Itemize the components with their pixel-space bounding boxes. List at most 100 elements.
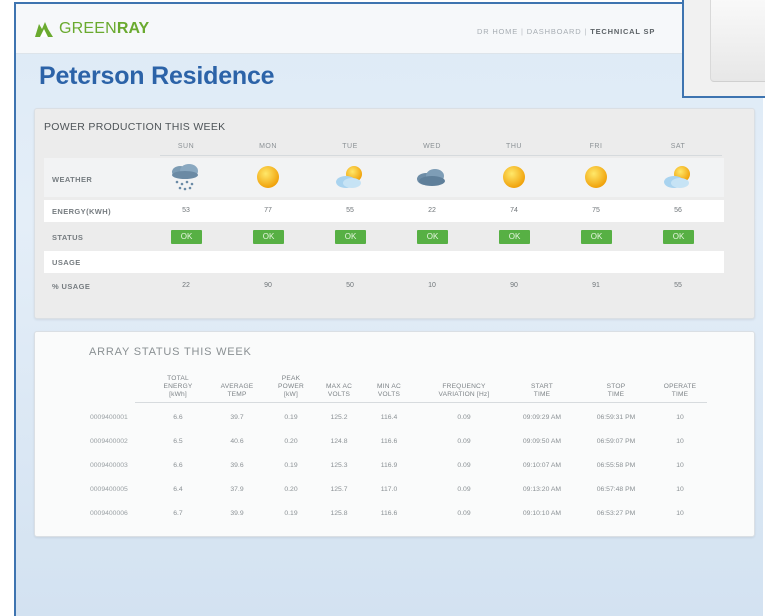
logo-text-green: GREEN [59, 20, 117, 37]
nav-link-dashboard[interactable]: DASHBOARD [527, 27, 582, 36]
array-data-cell: 125.8 [330, 510, 348, 517]
energy-value-thu: 74 [510, 207, 518, 214]
array-data-cell: 0.20 [284, 438, 298, 445]
partly-cloudy-icon [660, 163, 696, 191]
status-badge-tue[interactable]: OK [335, 230, 366, 244]
array-column-header: MIN AC VOLTS [377, 383, 401, 398]
day-header-rule [160, 155, 722, 156]
cloud-icon [414, 163, 450, 191]
energy-value-sat: 56 [674, 207, 682, 214]
day-header-tue: TUE [342, 143, 358, 150]
logo-text-ray: RAY [116, 20, 150, 37]
array-column-header: AVERAGE TEMP [220, 383, 254, 398]
row-label-usage: USAGE [52, 258, 81, 267]
array-column-header: OPERATE TIME [663, 383, 697, 398]
array-data-cell: 116.6 [380, 510, 398, 517]
status-badge-mon[interactable]: OK [253, 230, 284, 244]
array-data-cell: 6.7 [173, 510, 183, 517]
array-data-cell: 39.6 [230, 462, 244, 469]
pct-usage-value-thu: 90 [510, 282, 518, 289]
array-data-cell: 6.4 [173, 486, 183, 493]
sun-icon [578, 163, 614, 191]
array-data-cell: 125.7 [330, 486, 348, 493]
array-data-cell: 0.19 [284, 462, 298, 469]
array-data-cell: 116.9 [380, 462, 398, 469]
array-data-cell: 39.9 [230, 510, 244, 517]
array-data-cell: 125.2 [330, 414, 348, 421]
day-header-sat: SAT [670, 143, 686, 150]
app-window: GREEN RAY DR HOME | DASHBOARD | TECHNICAL SP … [14, 2, 763, 616]
top-nav: DR HOME | DASHBOARD | TECHNICAL SP [477, 27, 655, 36]
pct-usage-value-mon: 90 [264, 282, 272, 289]
top-bar: GREEN RAY DR HOME | DASHBOARD | TECHNICAL SP [16, 4, 763, 54]
overlay-popup [682, 0, 765, 98]
status-badge-sun[interactable]: OK [171, 230, 202, 244]
partly-cloudy-icon [332, 163, 368, 191]
array-data-cell: 09:10:10 AM [522, 510, 562, 517]
array-data-cell: 06:55:58 PM [596, 462, 636, 469]
nav-link-home[interactable]: DR HOME [477, 27, 518, 36]
array-column-header: TOTAL ENERGY [kWh] [163, 375, 193, 398]
array-column-header: STOP TIME [606, 383, 626, 398]
nav-separator: | [521, 27, 524, 36]
array-data-cell: 117.0 [380, 486, 398, 493]
array-data-cell: 09:09:29 AM [522, 414, 562, 421]
day-header-sun: SUN [177, 143, 195, 150]
greenray-logo[interactable]: GREEN RAY [34, 20, 149, 38]
day-header-fri: FRI [589, 143, 603, 150]
nav-link-technical[interactable]: TECHNICAL SP [590, 27, 655, 36]
array-data-cell: 39.7 [230, 414, 244, 421]
array-data-cell: 10 [676, 438, 684, 445]
array-data-cell: 116.4 [380, 414, 398, 421]
array-id-cell: 0009400006 [90, 510, 128, 517]
row-label-status: STATUS [52, 233, 84, 242]
sun-icon [496, 163, 532, 191]
array-data-cell: 6.6 [173, 414, 183, 421]
status-badge-wed[interactable]: OK [417, 230, 448, 244]
array-data-cell: 06:59:31 PM [596, 414, 636, 421]
array-data-cell: 125.3 [330, 462, 348, 469]
array-data-cell: 116.6 [380, 438, 398, 445]
pct-usage-value-fri: 91 [592, 282, 600, 289]
pct-usage-value-sun: 22 [182, 282, 190, 289]
array-data-cell: 0.09 [457, 438, 471, 445]
array-data-cell: 0.09 [457, 462, 471, 469]
array-data-cell: 10 [676, 510, 684, 517]
status-badge-fri[interactable]: OK [581, 230, 612, 244]
array-data-cell: 09:13:20 AM [522, 486, 562, 493]
sun-icon [250, 163, 286, 191]
pct-usage-value-tue: 50 [346, 282, 354, 289]
array-data-cell: 09:10:07 AM [522, 462, 562, 469]
array-header-rule [135, 402, 707, 403]
row-band-weather [44, 158, 724, 197]
array-data-cell: 0.09 [457, 414, 471, 421]
day-header-mon: MON [259, 143, 277, 150]
status-badge-sat[interactable]: OK [663, 230, 694, 244]
pct-usage-value-sat: 55 [674, 282, 682, 289]
array-column-header: PEAK POWER [kW] [278, 375, 304, 398]
day-header-thu: THU [506, 143, 522, 150]
array-column-header: START TIME [530, 383, 553, 398]
status-badge-thu[interactable]: OK [499, 230, 530, 244]
array-data-cell: 37.9 [230, 486, 244, 493]
array-id-cell: 0009400001 [90, 414, 128, 421]
array-id-cell: 0009400005 [90, 486, 128, 493]
array-data-cell: 0.19 [284, 510, 298, 517]
array-column-header: FREQUENCY VARIATION [Hz] [438, 383, 490, 398]
array-data-cell: 40.6 [230, 438, 244, 445]
array-panel-title: ARRAY STATUS THIS WEEK [89, 346, 252, 358]
array-column-header: MAX AC VOLTS [325, 383, 353, 398]
row-band-usage [44, 251, 724, 273]
array-data-cell: 6.6 [173, 462, 183, 469]
overlay-popup-card [710, 0, 765, 82]
array-data-cell: 124.8 [330, 438, 348, 445]
page-title: Peterson Residence [39, 62, 275, 90]
array-data-cell: 09:09:50 AM [522, 438, 562, 445]
row-label-weather: WEATHER [52, 175, 93, 184]
array-data-cell: 10 [676, 414, 684, 421]
energy-value-wed: 22 [428, 207, 436, 214]
energy-value-fri: 75 [592, 207, 600, 214]
array-data-cell: 10 [676, 462, 684, 469]
greenray-logo-icon [35, 22, 53, 37]
array-data-cell: 06:57:48 PM [596, 486, 636, 493]
